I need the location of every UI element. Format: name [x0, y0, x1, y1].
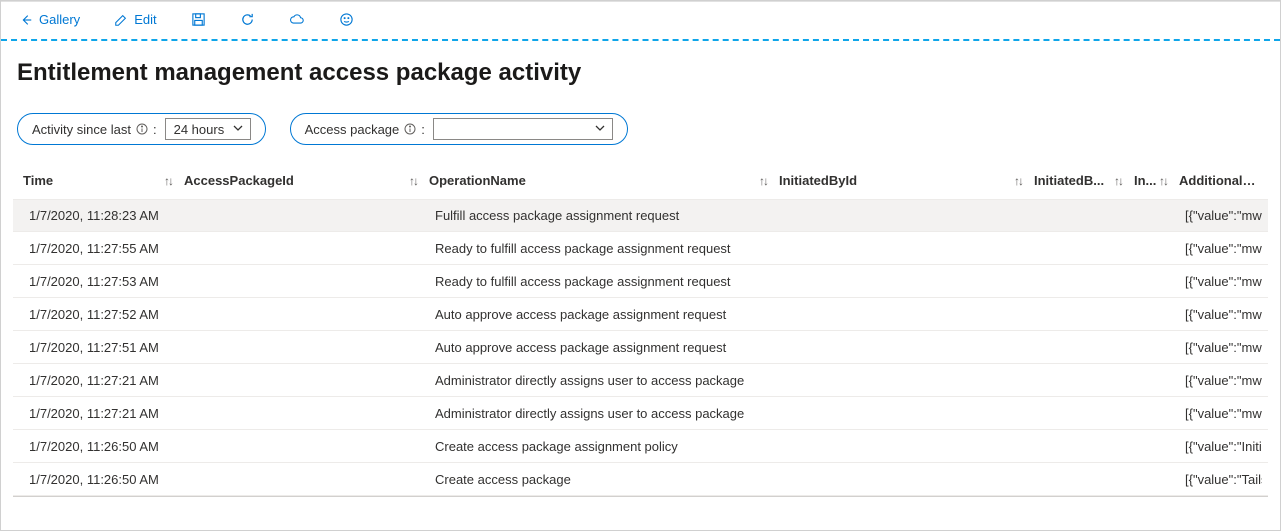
- table-row[interactable]: 1/7/2020, 11:26:50 AM Create access packa…: [13, 430, 1268, 463]
- edit-label: Edit: [134, 12, 156, 27]
- grid-body: 1/7/2020, 11:28:23 AM Fulfill access pack…: [13, 199, 1268, 496]
- access-package-filter[interactable]: Access package :: [290, 113, 628, 145]
- column-header-initiated-by-res[interactable]: In... ↑↓: [1128, 173, 1173, 188]
- grid-header-row: Time ↑↓ AccessPackageId ↑↓ OperationName…: [13, 173, 1268, 199]
- chevron-down-icon: [594, 122, 606, 137]
- filter-bar: Activity since last : 24 hours Access pa…: [17, 113, 1268, 145]
- cell-additional-details: [{"value":"mwah: [1173, 241, 1268, 256]
- back-gallery-button[interactable]: Gallery: [13, 10, 86, 29]
- cell-time: 1/7/2020, 11:26:50 AM: [13, 439, 178, 454]
- cell-additional-details: [{"value":"mwah: [1173, 340, 1268, 355]
- smiley-icon: [339, 12, 354, 27]
- save-icon: [191, 12, 206, 27]
- workbook-content: Entitlement management access package ac…: [1, 41, 1280, 497]
- cell-operation-name: Administrator directly assigns user to a…: [423, 373, 773, 388]
- cloud-icon: [289, 12, 305, 27]
- arrow-left-icon: [19, 13, 33, 27]
- cell-operation-name: Auto approve access package assignment r…: [423, 340, 773, 355]
- column-header-initiated-by-upn[interactable]: InitiatedB... ↑↓: [1028, 173, 1128, 188]
- cell-additional-details: [{"value":"mwah: [1173, 274, 1268, 289]
- cell-operation-name: Auto approve access package assignment r…: [423, 307, 773, 322]
- chevron-down-icon: [232, 122, 244, 137]
- cell-additional-details: [{"value":"Initial: [1173, 439, 1268, 454]
- sort-icon: ↑↓: [1114, 174, 1122, 188]
- activity-since-label: Activity since last :: [32, 122, 157, 137]
- pencil-icon: [114, 13, 128, 27]
- cell-additional-details: [{"value":"mwah: [1173, 208, 1268, 223]
- cell-time: 1/7/2020, 11:27:55 AM: [13, 241, 178, 256]
- cloud-button[interactable]: [283, 10, 311, 29]
- refresh-button[interactable]: [234, 10, 261, 29]
- cell-time: 1/7/2020, 11:27:21 AM: [13, 406, 178, 421]
- info-icon: [135, 122, 149, 136]
- table-row[interactable]: 1/7/2020, 11:27:55 AM Ready to fulfill ac…: [13, 232, 1268, 265]
- cell-additional-details: [{"value":"mwah: [1173, 373, 1268, 388]
- sort-icon: ↑↓: [409, 174, 417, 188]
- cell-operation-name: Ready to fulfill access package assignme…: [423, 274, 773, 289]
- access-package-label: Access package :: [305, 122, 425, 137]
- cell-operation-name: Ready to fulfill access package assignme…: [423, 241, 773, 256]
- cell-time: 1/7/2020, 11:27:51 AM: [13, 340, 178, 355]
- activity-since-value: 24 hours: [174, 122, 225, 137]
- table-row[interactable]: 1/7/2020, 11:26:50 AM Create access packa…: [13, 463, 1268, 496]
- save-button[interactable]: [185, 10, 212, 29]
- cell-additional-details: [{"value":"Tailspi: [1173, 472, 1268, 487]
- gallery-label: Gallery: [39, 12, 80, 27]
- cell-operation-name: Administrator directly assigns user to a…: [423, 406, 773, 421]
- grid-bottom-border: [13, 496, 1268, 497]
- sort-icon: ↑↓: [759, 174, 767, 188]
- page-title: Entitlement management access package ac…: [17, 59, 1268, 87]
- feedback-button[interactable]: [333, 10, 360, 29]
- column-header-additional-details[interactable]: AdditionalDeta: [1173, 173, 1268, 188]
- column-header-initiated-by-id[interactable]: InitiatedById ↑↓: [773, 173, 1028, 188]
- cell-time: 1/7/2020, 11:27:21 AM: [13, 373, 178, 388]
- cell-operation-name: Fulfill access package assignment reques…: [423, 208, 773, 223]
- activity-since-filter[interactable]: Activity since last : 24 hours: [17, 113, 266, 145]
- refresh-icon: [240, 12, 255, 27]
- cell-time: 1/7/2020, 11:28:23 AM: [13, 208, 178, 223]
- cell-time: 1/7/2020, 11:27:52 AM: [13, 307, 178, 322]
- cell-additional-details: [{"value":"mwah: [1173, 307, 1268, 322]
- table-row[interactable]: 1/7/2020, 11:27:51 AM Auto approve access…: [13, 331, 1268, 364]
- cell-time: 1/7/2020, 11:27:53 AM: [13, 274, 178, 289]
- cell-operation-name: Create access package: [423, 472, 773, 487]
- activity-since-select[interactable]: 24 hours: [165, 118, 251, 140]
- table-row[interactable]: 1/7/2020, 11:27:21 AM Administrator direc…: [13, 397, 1268, 430]
- column-header-time[interactable]: Time ↑↓: [13, 173, 178, 188]
- results-grid: Time ↑↓ AccessPackageId ↑↓ OperationName…: [13, 173, 1268, 497]
- table-row[interactable]: 1/7/2020, 11:28:23 AM Fulfill access pack…: [13, 199, 1268, 232]
- table-row[interactable]: 1/7/2020, 11:27:53 AM Ready to fulfill ac…: [13, 265, 1268, 298]
- table-row[interactable]: 1/7/2020, 11:27:21 AM Administrator direc…: [13, 364, 1268, 397]
- sort-icon: ↑↓: [1014, 174, 1022, 188]
- edit-button[interactable]: Edit: [108, 10, 162, 29]
- sort-icon: ↑↓: [1159, 174, 1167, 188]
- app-window: Gallery Edit: [0, 0, 1281, 531]
- command-bar: Gallery Edit: [1, 1, 1280, 41]
- column-header-access-package-id[interactable]: AccessPackageId ↑↓: [178, 173, 423, 188]
- table-row[interactable]: 1/7/2020, 11:27:52 AM Auto approve access…: [13, 298, 1268, 331]
- info-icon: [403, 122, 417, 136]
- cell-operation-name: Create access package assignment policy: [423, 439, 773, 454]
- cell-additional-details: [{"value":"mwah: [1173, 406, 1268, 421]
- cell-time: 1/7/2020, 11:26:50 AM: [13, 472, 178, 487]
- sort-icon: ↑↓: [164, 174, 172, 188]
- access-package-select[interactable]: [433, 118, 613, 140]
- column-header-operation-name[interactable]: OperationName ↑↓: [423, 173, 773, 188]
